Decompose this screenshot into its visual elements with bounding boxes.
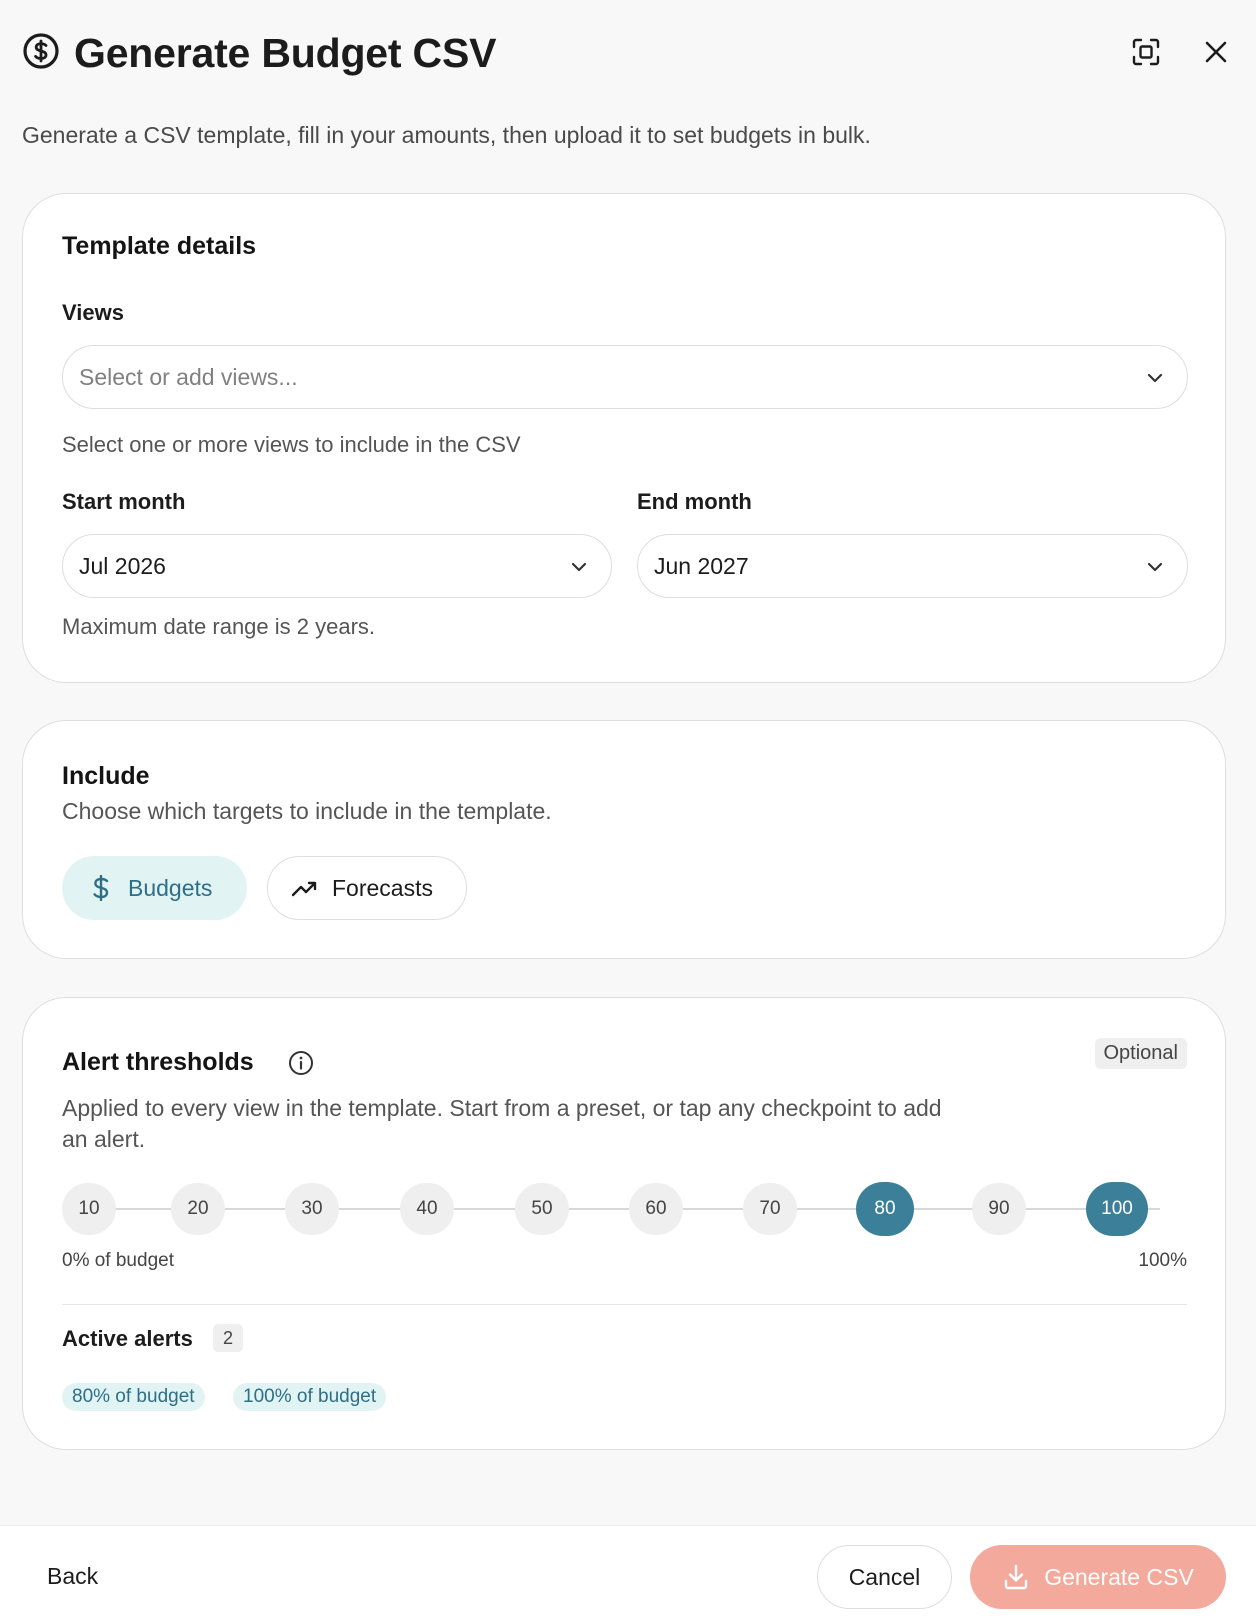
threshold-step-40[interactable]: 40 <box>400 1183 454 1235</box>
trending-up-icon <box>292 875 318 901</box>
template-details-title: Template details <box>62 232 257 260</box>
divider <box>62 1304 1187 1305</box>
alert-thresholds-card: Alert thresholds Optional Applied to eve… <box>22 997 1226 1450</box>
dialog-footer: Back Cancel Generate CSV <box>0 1525 1256 1624</box>
forecasts-toggle[interactable]: Forecasts <box>267 856 467 920</box>
threshold-step-70[interactable]: 70 <box>743 1183 797 1235</box>
threshold-step-20[interactable]: 20 <box>171 1183 225 1235</box>
threshold-step-80[interactable]: 80 <box>856 1182 914 1236</box>
dollar-icon <box>88 875 114 901</box>
info-icon[interactable] <box>288 1050 314 1076</box>
date-range-help: Maximum date range is 2 years. <box>62 614 376 639</box>
generate-csv-button[interactable]: Generate CSV <box>970 1545 1226 1609</box>
chevron-down-icon <box>1147 562 1163 572</box>
include-title: Include <box>62 762 150 790</box>
threshold-step-10[interactable]: 10 <box>62 1183 116 1235</box>
start-month-select[interactable]: Jul 2026 <box>62 534 612 598</box>
chevron-down-icon <box>571 562 587 572</box>
dollar-circle-icon <box>23 33 59 69</box>
close-icon <box>1205 41 1227 63</box>
scale-high-label: 100% <box>1138 1250 1187 1271</box>
end-month-label: End month <box>637 489 752 514</box>
active-alert-chip: 100% of budget <box>233 1383 387 1411</box>
start-month-label: Start month <box>62 489 186 514</box>
threshold-step-100[interactable]: 100 <box>1086 1182 1148 1236</box>
thresholds-description-line2: an alert. <box>62 1126 146 1152</box>
threshold-stepper: 10 20 30 40 50 60 70 80 90 100 <box>62 1182 1186 1236</box>
scale-low-label: 0% of budget <box>62 1250 174 1271</box>
generate-budget-csv-dialog: Generate Budget CSV Generate a CSV templ… <box>0 0 1256 1624</box>
generate-csv-label: Generate CSV <box>1044 1563 1194 1590</box>
threshold-step-30[interactable]: 30 <box>285 1183 339 1235</box>
fullscreen-icon <box>1132 38 1160 66</box>
thresholds-description-line1: Applied to every view in the template. S… <box>62 1095 942 1121</box>
dialog-header: Generate Budget CSV <box>22 28 1234 78</box>
forecasts-label: Forecasts <box>332 874 433 901</box>
fullscreen-button[interactable] <box>1128 34 1164 70</box>
include-card: Include Choose which targets to include … <box>22 720 1226 959</box>
download-icon <box>1005 1564 1028 1590</box>
start-month-value: Jul 2026 <box>79 552 166 579</box>
end-month-value: Jun 2027 <box>654 552 749 579</box>
views-placeholder: Select or add views... <box>79 363 298 390</box>
budgets-label: Budgets <box>128 874 213 901</box>
alert-thresholds-title: Alert thresholds <box>62 1048 254 1076</box>
views-select[interactable]: Select or add views... <box>62 345 1188 409</box>
active-alert-chip: 80% of budget <box>62 1383 205 1411</box>
include-description: Choose which targets to include in the t… <box>62 798 552 824</box>
views-label: Views <box>62 300 124 325</box>
template-details-card: Template details Views Select or add vie… <box>22 193 1226 683</box>
end-month-select[interactable]: Jun 2027 <box>637 534 1188 598</box>
views-help: Select one or more views to include in t… <box>62 432 521 457</box>
threshold-step-50[interactable]: 50 <box>515 1183 569 1235</box>
active-alerts-count: 2 <box>213 1324 243 1352</box>
cancel-button[interactable]: Cancel <box>817 1545 952 1609</box>
active-alerts-title: Active alerts <box>62 1326 193 1351</box>
back-button[interactable]: Back <box>47 1563 98 1590</box>
threshold-step-90[interactable]: 90 <box>972 1183 1026 1235</box>
close-button[interactable] <box>1198 34 1234 70</box>
budgets-toggle[interactable]: Budgets <box>62 856 247 920</box>
chevron-down-icon <box>1147 373 1163 383</box>
dialog-subtitle: Generate a CSV template, fill in your am… <box>22 122 871 148</box>
optional-badge: Optional <box>1094 1038 1187 1069</box>
threshold-step-60[interactable]: 60 <box>629 1183 683 1235</box>
dialog-title: Generate Budget CSV <box>74 30 497 76</box>
